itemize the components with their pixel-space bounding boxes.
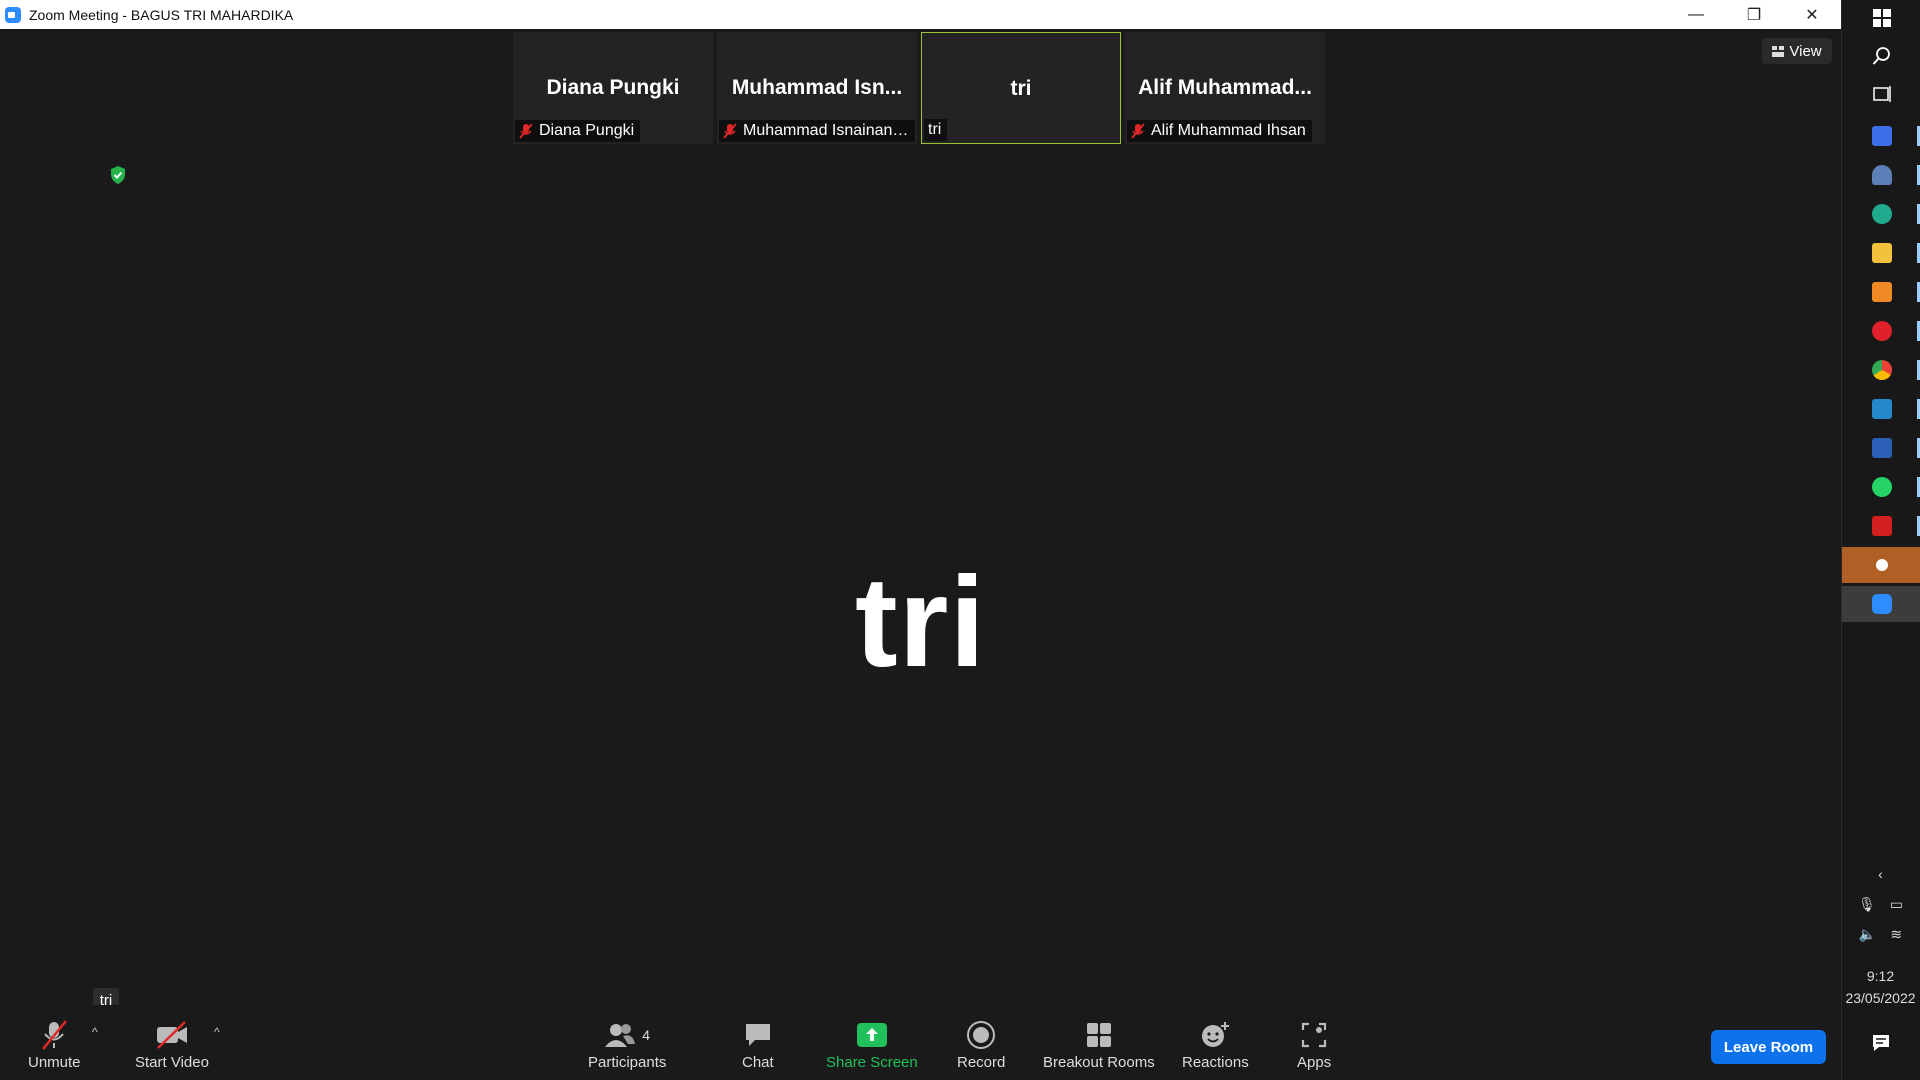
view-button[interactable]: View (1762, 38, 1832, 64)
share-screen-button[interactable]: Share Screen (826, 1018, 918, 1071)
file-explorer-icon[interactable] (1842, 235, 1920, 271)
video-off-icon (156, 1021, 187, 1049)
participant-tile[interactable]: Diana Pungki Diana Pungki (513, 32, 713, 144)
participant-tile[interactable]: Muhammad Isn... Muhammad Isnainand... (717, 32, 917, 144)
window-controls: — ❐ ✕ (1667, 0, 1841, 29)
participants-label: Participants (588, 1054, 667, 1071)
record-button[interactable]: Record (957, 1018, 1005, 1071)
chat-label: Chat (742, 1054, 774, 1071)
view-button-label: View (1789, 42, 1822, 60)
recorder-icon[interactable] (1842, 547, 1920, 583)
participant-label-text: Muhammad Isnainand... (743, 122, 909, 139)
tray-status-icons: 🎙 ▭ (1841, 896, 1920, 913)
network-drive-icon[interactable] (1842, 157, 1920, 193)
wifi-icon[interactable]: ≋ (1890, 926, 1902, 943)
restore-button[interactable]: ❐ (1725, 0, 1783, 29)
participants-button[interactable]: 4 Participants (588, 1018, 666, 1071)
chat-bubble-icon (745, 1024, 770, 1046)
breakout-rooms-icon (1086, 1023, 1111, 1047)
muted-microphone-icon (42, 1020, 68, 1050)
start-video-button[interactable]: Start Video (135, 1018, 209, 1071)
participant-display-name: Muhammad Isn... (731, 76, 903, 99)
microphone-status-icon[interactable]: 🎙 (1858, 896, 1876, 913)
participant-label-text: Alif Muhammad Ihsan (1151, 122, 1306, 139)
task-view-icon[interactable] (1842, 76, 1920, 112)
clock-time[interactable]: 9:12 (1841, 968, 1920, 984)
record-icon (967, 1021, 996, 1049)
unmute-button[interactable]: Unmute (28, 1018, 81, 1071)
minimize-button[interactable]: — (1667, 0, 1725, 29)
video-options-chevron-icon[interactable]: ^ (214, 1025, 220, 1039)
apps-label: Apps (1297, 1054, 1332, 1071)
close-button[interactable]: ✕ (1783, 0, 1841, 29)
muted-mic-icon (723, 123, 737, 139)
windows-taskbar (1841, 0, 1920, 1080)
participant-label-text: tri (928, 121, 942, 138)
start-video-label: Start Video (135, 1054, 209, 1071)
audio-options-chevron-icon[interactable]: ^ (92, 1025, 98, 1039)
clock-date[interactable]: 23/05/2022 (1841, 990, 1920, 1006)
whatsapp-icon[interactable] (1842, 469, 1920, 505)
reactions-label: Reactions (1182, 1054, 1249, 1071)
window-title-bar: Zoom Meeting - BAGUS TRI MAHARDIKA — ❐ ✕ (0, 0, 1841, 30)
share-screen-label: Share Screen (826, 1054, 918, 1071)
volume-icon[interactable]: 🔈 (1859, 926, 1876, 943)
leave-room-button[interactable]: Leave Room (1711, 1030, 1826, 1064)
zoom-icon[interactable] (1842, 586, 1920, 622)
participant-display-name: tri (1010, 77, 1032, 100)
word-icon[interactable] (1842, 430, 1920, 466)
battery-icon[interactable]: ▭ (1890, 896, 1903, 913)
breakout-rooms-button[interactable]: Breakout Rooms (1043, 1018, 1155, 1071)
tray-expand-chevron-icon[interactable]: ‹ (1841, 866, 1920, 882)
edge-browser-icon[interactable] (1842, 196, 1920, 232)
participant-thumbnail-strip: Diana Pungki Diana Pungki Muhammad Isn..… (513, 32, 1325, 144)
meeting-stage: Diana Pungki Diana Pungki Muhammad Isn..… (0, 29, 1841, 1019)
grid-view-icon (1772, 45, 1785, 57)
muted-mic-icon (1131, 123, 1145, 139)
participant-name-label: tri (924, 119, 948, 141)
participant-name-label: Alif Muhammad Ihsan (1127, 120, 1312, 142)
zoom-workplace-icon[interactable] (1842, 118, 1920, 154)
window-title: Zoom Meeting - BAGUS TRI MAHARDIKA (29, 6, 294, 23)
acrobat-icon[interactable] (1842, 508, 1920, 544)
apps-button[interactable]: Apps (1297, 1018, 1331, 1071)
muted-mic-icon (519, 123, 533, 139)
participants-icon (605, 1024, 636, 1047)
breakout-rooms-label: Breakout Rooms (1043, 1054, 1155, 1071)
sublime-text-icon[interactable] (1842, 274, 1920, 310)
opera-browser-icon[interactable] (1842, 313, 1920, 349)
reactions-button[interactable]: Reactions (1182, 1018, 1249, 1071)
participant-display-name: Alif Muhammad... (1138, 76, 1312, 99)
notifications-icon[interactable] (1841, 1033, 1920, 1053)
participant-name-label: Muhammad Isnainand... (719, 120, 915, 142)
participants-count: 4 (642, 1027, 651, 1043)
participant-tile-active[interactable]: tri tri (921, 32, 1121, 144)
windows-start-icon[interactable] (1842, 0, 1920, 36)
tray-status-icons-row2: 🔈 ≋ (1841, 926, 1920, 943)
search-icon[interactable] (1842, 38, 1920, 74)
chrome-browser-icon[interactable] (1842, 352, 1920, 388)
record-label: Record (957, 1054, 1006, 1071)
active-speaker-name: tri (855, 551, 986, 694)
encryption-shield-icon[interactable] (109, 165, 127, 185)
participant-display-name: Diana Pungki (546, 76, 680, 99)
apps-icon (1301, 1022, 1327, 1048)
chat-button[interactable]: Chat (742, 1018, 774, 1071)
participant-label-text: Diana Pungki (539, 122, 635, 139)
unmute-label: Unmute (28, 1054, 81, 1071)
meeting-toolbar: Unmute ^ Start Video ^ 4 Participants Ch… (0, 1005, 1841, 1080)
share-screen-icon (856, 1023, 887, 1047)
zoom-app-icon (5, 6, 21, 23)
participant-name-label: Diana Pungki (515, 120, 641, 142)
participant-tile[interactable]: Alif Muhammad... Alif Muhammad Ihsan (1125, 32, 1325, 144)
reactions-emoji-icon (1202, 1022, 1230, 1047)
vscode-icon[interactable] (1842, 391, 1920, 427)
